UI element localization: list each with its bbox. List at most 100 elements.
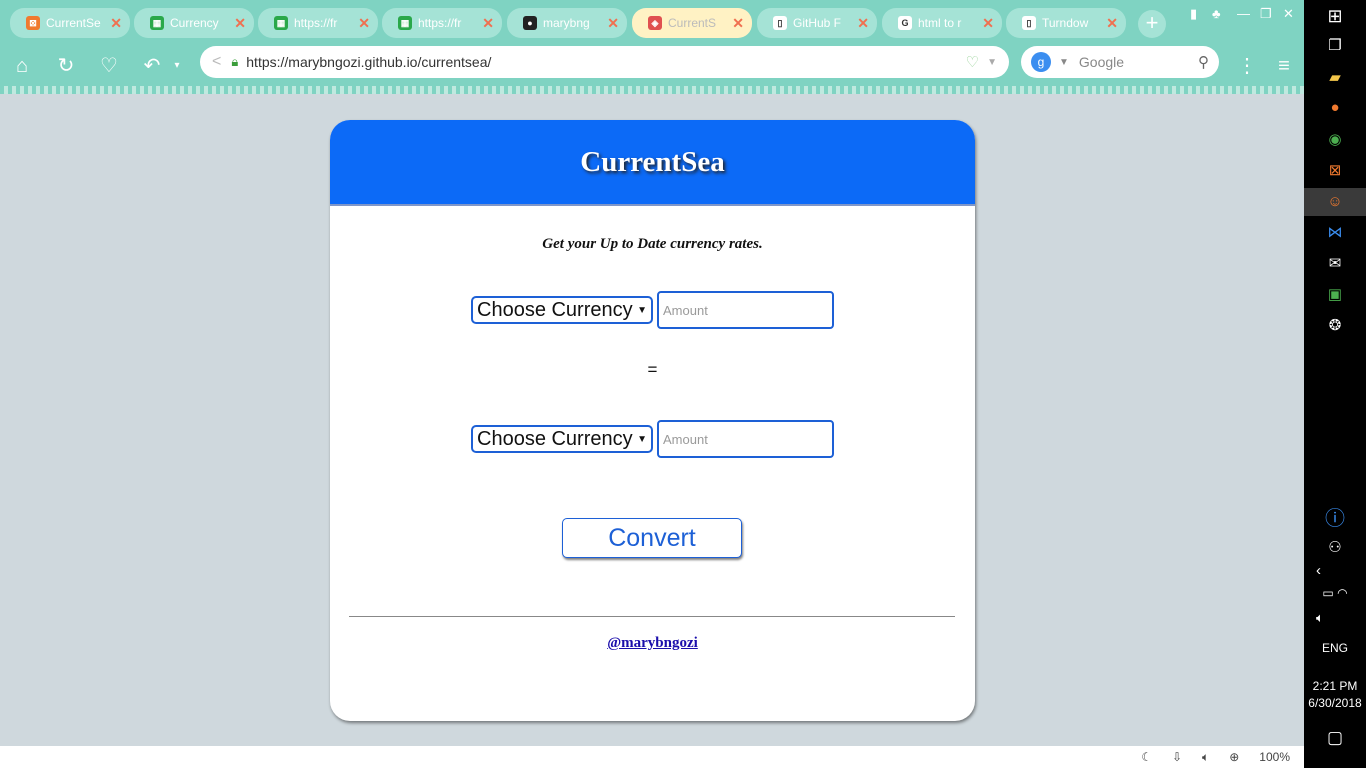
tab-favicon-icon: ● (523, 16, 537, 30)
browser-tab[interactable]: ● marybng ✕ (507, 8, 627, 38)
language-indicator[interactable]: ENG (1304, 641, 1366, 655)
battery-wifi-icon[interactable]: ▭ ◠ (1304, 586, 1366, 600)
tab-favicon-icon: ▦ (274, 16, 288, 30)
to-currency-row: Choose Currency ▼ (471, 419, 834, 459)
download-icon[interactable]: ⇩ (1172, 750, 1182, 764)
tab-close-icon[interactable]: ✕ (857, 15, 869, 32)
tab-title: marybng (543, 16, 590, 30)
skin-icon[interactable]: ♣ (1212, 6, 1221, 21)
help-icon[interactable]: ⓘ (1304, 502, 1366, 531)
tab-title: html to r (918, 16, 962, 30)
notifications-icon[interactable]: ▢ (1304, 728, 1366, 748)
home-icon[interactable]: ⌂ (8, 52, 36, 80)
clock-date[interactable]: 6/30/2018 (1304, 696, 1366, 710)
chevron-down-icon[interactable]: ▼ (987, 57, 997, 68)
uc-browser-icon[interactable]: ☺ (1304, 188, 1366, 216)
tab-close-icon[interactable]: ✕ (982, 15, 994, 32)
hamburger-menu-icon[interactable]: ≡ (1270, 52, 1298, 80)
chevron-down-icon[interactable]: ▼ (1059, 57, 1069, 68)
zoom-icon[interactable]: ⊕ (1229, 750, 1239, 764)
url-text[interactable]: https://marybngozi.github.io/currentsea/ (246, 54, 965, 70)
chrome-icon[interactable]: ◉ (1304, 130, 1366, 148)
browser-tab[interactable]: ▦ https://fr ✕ (258, 8, 378, 38)
tab-favicon-icon: ▦ (398, 16, 412, 30)
card-header: CurrentSea (330, 120, 975, 206)
volume-icon[interactable]: 🔈︎ (1304, 610, 1366, 626)
start-windows-icon[interactable]: ⊞ (1304, 6, 1366, 27)
address-bar[interactable]: < 🔒︎ https://marybngozi.github.io/curren… (200, 46, 1009, 78)
tab-favicon-icon: ▯ (773, 16, 787, 30)
more-menu-icon[interactable]: ⋮ (1233, 52, 1261, 80)
volume-icon[interactable]: 🔈︎ (1202, 750, 1209, 765)
browser-tab[interactable]: ▦ Currency ✕ (134, 8, 254, 38)
divider (349, 616, 955, 617)
mail-icon[interactable]: ✉ (1304, 254, 1366, 272)
footer-credit: @marybngozi (330, 634, 975, 652)
task-view-icon[interactable]: ❐ (1304, 36, 1366, 54)
browser-tab[interactable]: ⊠ CurrentSe ✕ (10, 8, 130, 38)
file-explorer-icon[interactable]: ▰ (1304, 68, 1366, 86)
dropdown-arrow-icon: ▼ (637, 433, 647, 445)
equals-sign: = (647, 360, 658, 379)
maximize-button[interactable]: ❐ (1260, 6, 1272, 22)
restore-view-icon[interactable]: ▮ (1190, 6, 1197, 22)
favorites-icon[interactable]: ♡ (95, 52, 123, 80)
undo-close-icon[interactable]: ↶ (138, 52, 166, 80)
tab-title: Turndow (1042, 16, 1089, 30)
close-window-button[interactable]: ✕ (1283, 6, 1294, 22)
new-tab-button[interactable]: + (1138, 10, 1166, 38)
from-currency-row: Choose Currency ▼ (471, 290, 834, 330)
toolbar: ⌂ ↻ ♡ ↶ ▾ < 🔒︎ https://marybngozi.github… (0, 44, 1304, 88)
people-icon[interactable]: ⚇ (1304, 538, 1366, 556)
from-currency-label: Choose Currency (477, 298, 633, 321)
tab-title: GitHub F (793, 16, 842, 30)
to-amount-input[interactable] (657, 420, 834, 458)
tab-title: CurrentS (668, 16, 717, 30)
browser-tab[interactable]: ◈ CurrentS ✕ (632, 8, 752, 38)
converter-card: CurrentSea Get your Up to Date currency … (330, 120, 975, 721)
vscode-icon[interactable]: ⋈ (1304, 223, 1366, 241)
browser-tab[interactable]: ▦ https://fr ✕ (382, 8, 502, 38)
search-box[interactable]: g ▼ Google ⚲ (1021, 46, 1219, 78)
xampp-icon[interactable]: ⊠ (1304, 161, 1366, 179)
browser-tab[interactable]: Ghtml to r ✕ (882, 8, 1002, 38)
chevron-down-icon[interactable]: ▾ (163, 52, 191, 80)
tab-favicon-icon: ▯ (1022, 16, 1036, 30)
tab-title: CurrentSe (46, 16, 101, 30)
tab-close-icon[interactable]: ✕ (110, 15, 122, 32)
tab-close-icon[interactable]: ✕ (607, 15, 619, 32)
to-currency-select[interactable]: Choose Currency ▼ (471, 425, 653, 453)
browser-tab[interactable]: ▯ GitHub F ✕ (757, 8, 877, 38)
zoom-level[interactable]: 100% (1259, 750, 1290, 764)
app-icon[interactable]: ❂ (1304, 316, 1366, 334)
search-input[interactable]: Google (1079, 54, 1198, 70)
tab-title: https://fr (294, 16, 338, 30)
lock-icon: 🔒︎ (231, 54, 239, 69)
firefox-icon[interactable]: ● (1304, 99, 1366, 116)
minimize-button[interactable]: — (1237, 6, 1250, 21)
author-link[interactable]: @marybngozi (607, 635, 698, 651)
tab-close-icon[interactable]: ✕ (358, 15, 370, 32)
browser-tab[interactable]: ▯ Turndow ✕ (1006, 8, 1126, 38)
tab-close-icon[interactable]: ✕ (234, 15, 246, 32)
back-icon[interactable]: < (212, 53, 221, 71)
from-amount-input[interactable] (657, 291, 834, 329)
tab-favicon-icon: ◈ (648, 16, 662, 30)
tab-favicon-icon: ⊠ (26, 16, 40, 30)
tab-close-icon[interactable]: ✕ (482, 15, 494, 32)
convert-button[interactable]: Convert (562, 518, 742, 558)
search-icon[interactable]: ⚲ (1198, 53, 1209, 71)
night-mode-icon[interactable]: ☾ (1141, 750, 1152, 764)
chevron-left-icon[interactable]: ‹ (1304, 562, 1366, 579)
clock-time[interactable]: 2:21 PM (1304, 679, 1366, 693)
upwork-icon[interactable]: ▣ (1304, 285, 1366, 303)
windows-taskbar: ⊞ ❐ ▰ ● ◉ ⊠ ☺ ⋈ ✉ ▣ ❂ ⓘ ⚇ ‹ ▭ ◠ 🔈︎ ENG 2… (1304, 0, 1366, 768)
tab-favicon-icon: G (898, 16, 912, 30)
tab-close-icon[interactable]: ✕ (732, 15, 744, 32)
tab-close-icon[interactable]: ✕ (1106, 15, 1118, 32)
tab-favicon-icon: ▦ (150, 16, 164, 30)
search-engine-icon[interactable]: g (1031, 52, 1051, 72)
bookmark-heart-icon[interactable]: ♡ (966, 53, 979, 71)
from-currency-select[interactable]: Choose Currency ▼ (471, 296, 653, 324)
reload-icon[interactable]: ↻ (52, 52, 80, 80)
